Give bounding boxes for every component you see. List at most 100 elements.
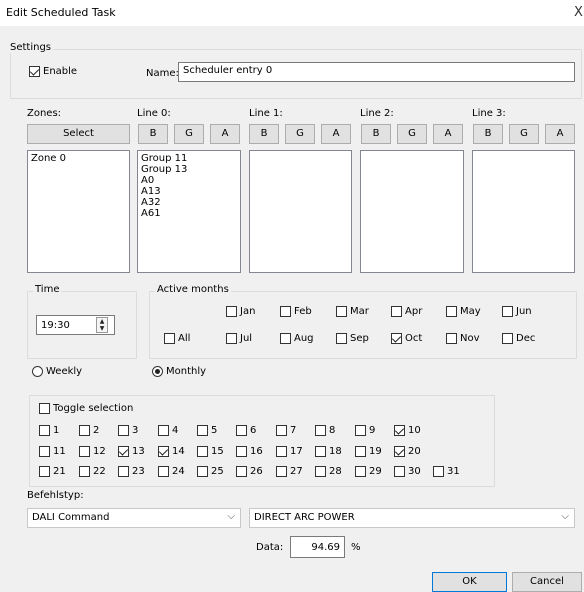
- radio[interactable]: [152, 366, 163, 377]
- checkbox[interactable]: [355, 466, 366, 477]
- day-3[interactable]: 3: [118, 425, 138, 436]
- checkbox[interactable]: [315, 425, 326, 436]
- checkbox[interactable]: [236, 425, 247, 436]
- checkbox[interactable]: [394, 466, 405, 477]
- list-item[interactable]: Zone 0: [31, 153, 126, 164]
- day-31[interactable]: 31: [433, 466, 460, 477]
- checkbox[interactable]: [502, 306, 513, 317]
- checkbox[interactable]: [118, 446, 129, 457]
- checkbox[interactable]: [158, 466, 169, 477]
- spin-up-icon[interactable]: ▲: [97, 318, 107, 325]
- checkbox[interactable]: [280, 306, 291, 317]
- checkbox[interactable]: [355, 446, 366, 457]
- cancel-button[interactable]: Cancel: [512, 572, 582, 592]
- command-type-dropdown[interactable]: DALI Command ⌵: [27, 508, 241, 528]
- zones-list[interactable]: Zone 0: [27, 150, 130, 273]
- day-28[interactable]: 28: [315, 466, 342, 477]
- checkbox[interactable]: [197, 446, 208, 457]
- radio[interactable]: [32, 366, 43, 377]
- checkbox[interactable]: [118, 425, 129, 436]
- checkbox[interactable]: [280, 333, 291, 344]
- checkbox[interactable]: [502, 333, 513, 344]
- day-25[interactable]: 25: [197, 466, 224, 477]
- line-2-g-button[interactable]: G: [397, 124, 427, 144]
- checkbox[interactable]: [39, 466, 50, 477]
- list-item[interactable]: A32: [141, 197, 237, 208]
- checkbox[interactable]: [79, 425, 90, 436]
- day-23[interactable]: 23: [118, 466, 145, 477]
- day-30[interactable]: 30: [394, 466, 421, 477]
- checkbox[interactable]: [236, 446, 247, 457]
- day-10[interactable]: 10: [394, 425, 421, 436]
- checkbox[interactable]: [276, 425, 287, 436]
- month-may[interactable]: May: [446, 306, 481, 317]
- day-15[interactable]: 15: [197, 446, 224, 457]
- close-icon[interactable]: X: [574, 5, 583, 20]
- checkbox[interactable]: [391, 333, 402, 344]
- enable-checkbox[interactable]: Enable: [29, 66, 77, 77]
- day-9[interactable]: 9: [355, 425, 375, 436]
- checkbox[interactable]: [39, 446, 50, 457]
- toggle-selection-checkbox[interactable]: Toggle selection: [39, 403, 133, 414]
- line-1-a-button[interactable]: A: [321, 124, 351, 144]
- line-3-list[interactable]: [472, 150, 575, 273]
- day-24[interactable]: 24: [158, 466, 185, 477]
- day-13[interactable]: 13: [118, 446, 145, 457]
- line-1-g-button[interactable]: G: [285, 124, 315, 144]
- checkbox[interactable]: [315, 446, 326, 457]
- day-27[interactable]: 27: [276, 466, 303, 477]
- checkbox[interactable]: [391, 306, 402, 317]
- day-18[interactable]: 18: [315, 446, 342, 457]
- checkbox[interactable]: [39, 403, 50, 414]
- checkbox[interactable]: [433, 466, 444, 477]
- line-0-b-button[interactable]: B: [138, 124, 168, 144]
- line-0-a-button[interactable]: A: [210, 124, 240, 144]
- day-20[interactable]: 20: [394, 446, 421, 457]
- month-jan[interactable]: Jan: [226, 306, 255, 317]
- line-2-a-button[interactable]: A: [433, 124, 463, 144]
- checkbox[interactable]: [197, 466, 208, 477]
- line-0-list[interactable]: Group 11 Group 13 A0 A13 A32 A61: [137, 150, 241, 273]
- ok-button[interactable]: OK: [432, 572, 507, 592]
- time-spinner[interactable]: ▲ ▼: [96, 317, 108, 333]
- spin-down-icon[interactable]: ▼: [97, 325, 107, 332]
- day-19[interactable]: 19: [355, 446, 382, 457]
- day-12[interactable]: 12: [79, 446, 106, 457]
- checkbox[interactable]: [336, 333, 347, 344]
- checkbox[interactable]: [355, 425, 366, 436]
- day-17[interactable]: 17: [276, 446, 303, 457]
- list-item[interactable]: A13: [141, 186, 237, 197]
- line-0-g-button[interactable]: G: [174, 124, 204, 144]
- checkbox[interactable]: [394, 446, 405, 457]
- list-item[interactable]: A0: [141, 175, 237, 186]
- day-26[interactable]: 26: [236, 466, 263, 477]
- month-apr[interactable]: Apr: [391, 306, 422, 317]
- data-field[interactable]: 94.69: [290, 536, 345, 558]
- day-8[interactable]: 8: [315, 425, 335, 436]
- weekly-radio[interactable]: Weekly: [32, 366, 82, 377]
- checkbox[interactable]: [276, 466, 287, 477]
- day-22[interactable]: 22: [79, 466, 106, 477]
- checkbox[interactable]: [158, 425, 169, 436]
- month-mar[interactable]: Mar: [336, 306, 369, 317]
- line-2-list[interactable]: [360, 150, 464, 273]
- zones-select-button[interactable]: Select: [27, 124, 130, 144]
- month-nov[interactable]: Nov: [446, 333, 480, 344]
- month-all[interactable]: All: [164, 333, 190, 344]
- checkbox[interactable]: [164, 333, 175, 344]
- month-aug[interactable]: Aug: [280, 333, 314, 344]
- line-1-b-button[interactable]: B: [249, 124, 279, 144]
- day-14[interactable]: 14: [158, 446, 185, 457]
- line-2-b-button[interactable]: B: [361, 124, 391, 144]
- checkbox[interactable]: [197, 425, 208, 436]
- name-field[interactable]: Scheduler entry 0: [178, 62, 575, 82]
- line-1-list[interactable]: [249, 150, 352, 273]
- chevron-down-icon[interactable]: ⌵: [227, 511, 235, 522]
- checkbox[interactable]: [79, 446, 90, 457]
- checkbox[interactable]: [276, 446, 287, 457]
- day-29[interactable]: 29: [355, 466, 382, 477]
- checkbox[interactable]: [226, 333, 237, 344]
- day-21[interactable]: 21: [39, 466, 66, 477]
- day-1[interactable]: 1: [39, 425, 59, 436]
- checkbox[interactable]: [446, 306, 457, 317]
